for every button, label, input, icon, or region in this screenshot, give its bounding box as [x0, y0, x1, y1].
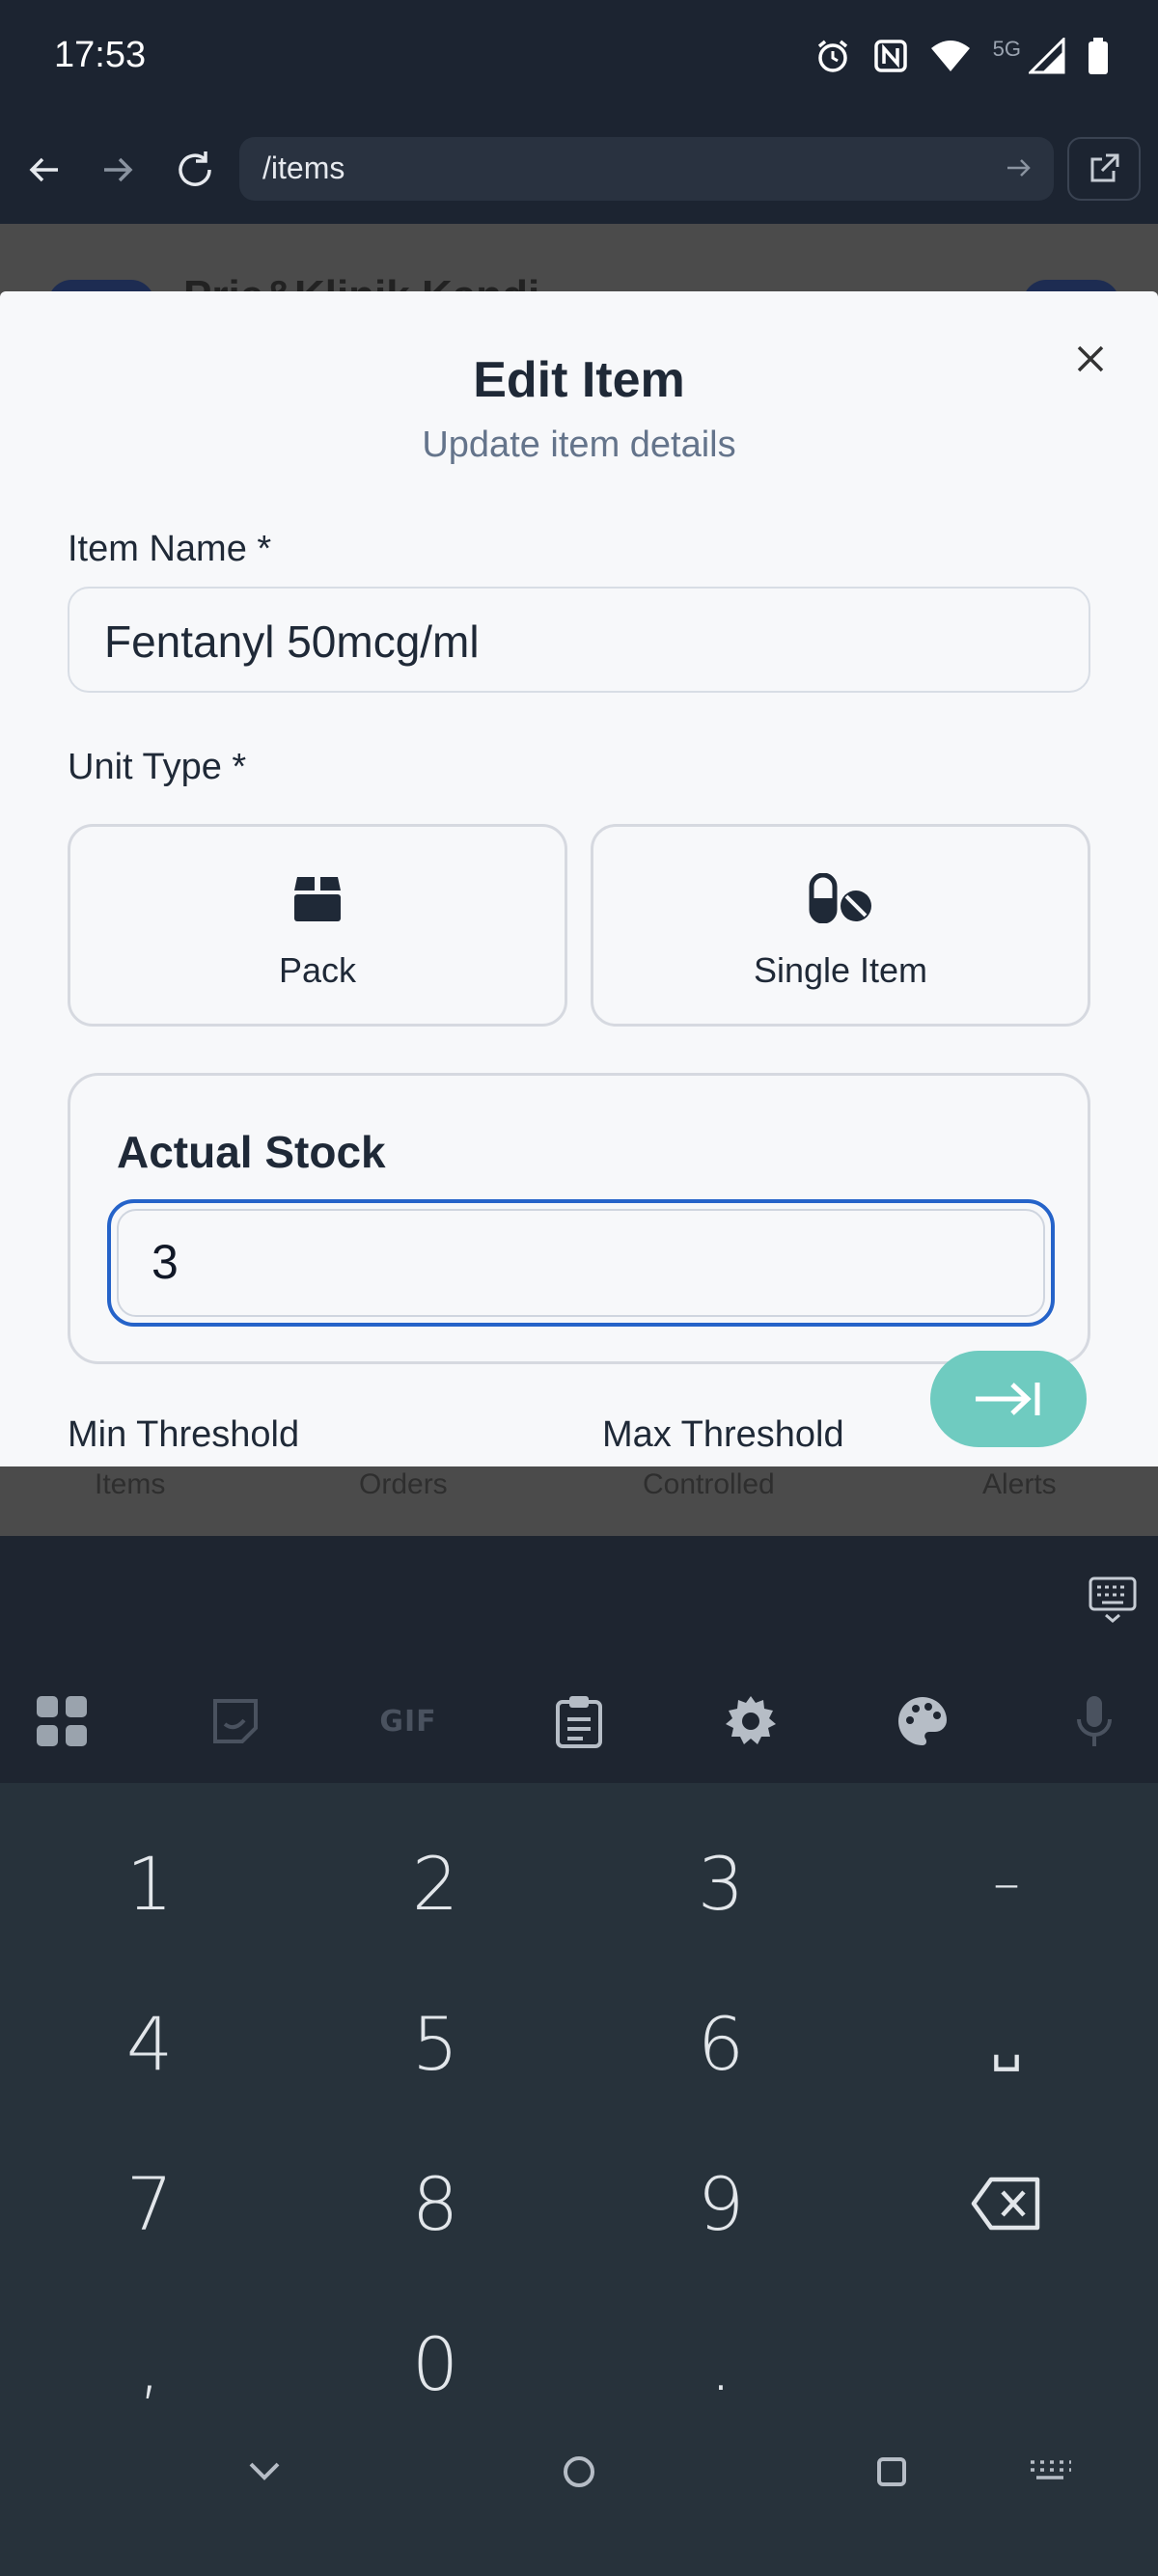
- sticker-icon[interactable]: [207, 1692, 264, 1750]
- gif-label: GIF: [379, 1704, 437, 1739]
- key-7[interactable]: 7: [77, 2146, 222, 2261]
- keyboard-hide-icon[interactable]: [1089, 1575, 1137, 1623]
- signal-icon: [1029, 38, 1065, 74]
- forward-button[interactable]: [91, 143, 145, 197]
- url-text: /items: [262, 151, 345, 185]
- box-icon: [294, 877, 341, 921]
- key-9[interactable]: 9: [648, 2146, 793, 2261]
- apps-grid-icon[interactable]: [33, 1692, 91, 1750]
- reload-button[interactable]: [168, 143, 222, 197]
- key-space[interactable]: ␣: [934, 1986, 1079, 2101]
- reload-icon: [179, 151, 211, 186]
- actual-stock-input[interactable]: 3: [107, 1199, 1055, 1327]
- go-arrow-icon[interactable]: [1004, 152, 1034, 183]
- arrow-left-icon: [29, 157, 58, 182]
- backspace-key[interactable]: [934, 2146, 1079, 2261]
- key-1[interactable]: 1: [77, 1825, 222, 1941]
- arrow-right-icon: [104, 157, 133, 182]
- unit-option-label: Pack: [278, 950, 357, 990]
- pills-icon: [809, 873, 871, 923]
- unit-type-label: Unit Type *: [68, 747, 247, 787]
- key-5[interactable]: 5: [363, 1986, 508, 2101]
- wifi-icon: [930, 41, 970, 71]
- open-external-button[interactable]: [1067, 137, 1141, 201]
- recents-square-icon[interactable]: [872, 2453, 911, 2491]
- key-3[interactable]: 3: [648, 1825, 793, 1941]
- nfc-icon: [873, 40, 907, 72]
- backspace-icon: [971, 2177, 1040, 2231]
- keyboard-top-strip: [0, 1536, 1158, 1652]
- background-nav-item: Controlled: [643, 1468, 775, 1500]
- url-field[interactable]: /items: [239, 137, 1054, 201]
- min-threshold-label: Min Threshold: [68, 1414, 300, 1455]
- chevron-down-icon[interactable]: [245, 2453, 284, 2491]
- microphone-icon[interactable]: [1065, 1692, 1123, 1750]
- back-button[interactable]: [17, 143, 71, 197]
- background-nav-item: Orders: [359, 1468, 448, 1500]
- external-link-icon: [1090, 153, 1119, 182]
- key-period[interactable]: .: [648, 2306, 793, 2422]
- max-threshold-label: Max Threshold: [602, 1414, 844, 1455]
- status-icons: 5G: [813, 37, 1110, 75]
- unit-option-pack[interactable]: Pack: [68, 824, 567, 1027]
- key-4[interactable]: 4: [77, 1986, 222, 2101]
- actual-stock-section: Actual Stock 3: [68, 1073, 1090, 1364]
- home-circle-icon[interactable]: [560, 2453, 598, 2491]
- clipboard-icon[interactable]: [550, 1692, 608, 1750]
- item-name-value: Fentanyl 50mcg/ml: [104, 617, 480, 667]
- actual-stock-value: 3: [152, 1235, 179, 1289]
- system-navigation-bar: [0, 2451, 1158, 2576]
- keyboard-switch-icon[interactable]: [1027, 2453, 1073, 2491]
- key-6[interactable]: 6: [648, 1986, 793, 2101]
- edit-item-dialog: Edit Item Update item details Item Name …: [0, 291, 1158, 1466]
- theme-palette-icon[interactable]: [894, 1692, 951, 1750]
- alarm-icon: [817, 40, 847, 72]
- keyboard-toolbar: GIF: [0, 1652, 1158, 1783]
- key-dash[interactable]: –: [934, 1825, 1079, 1941]
- dialog-subtitle: Update item details: [422, 425, 736, 465]
- dialog-title: Edit Item: [473, 352, 685, 408]
- key-2[interactable]: 2: [363, 1825, 508, 1941]
- item-name-label: Item Name *: [68, 529, 272, 569]
- enter-next-key[interactable]: [930, 1351, 1087, 1447]
- background-bottom-nav: Items Orders Controlled Alerts: [0, 1468, 1158, 1536]
- item-name-input[interactable]: Fentanyl 50mcg/ml: [68, 587, 1090, 693]
- key-comma[interactable]: ,: [77, 2306, 222, 2422]
- network-label: 5G: [992, 37, 1021, 61]
- actual-stock-label: Actual Stock: [117, 1127, 386, 1177]
- key-0[interactable]: 0: [363, 2306, 508, 2422]
- gif-button[interactable]: GIF: [376, 1692, 440, 1750]
- battery-icon: [1089, 38, 1108, 74]
- unit-option-label: Single Item: [753, 950, 928, 990]
- status-bar: 17:53 5G: [0, 0, 1158, 116]
- unit-option-single-item[interactable]: Single Item: [591, 824, 1090, 1027]
- tab-next-icon: [976, 1383, 1040, 1415]
- status-time: 17:53: [54, 35, 147, 75]
- background-nav-item: Alerts: [982, 1468, 1057, 1500]
- browser-toolbar: /items: [0, 116, 1158, 224]
- key-8[interactable]: 8: [363, 2146, 508, 2261]
- settings-gear-icon[interactable]: [722, 1692, 780, 1750]
- background-nav-item: Items: [95, 1468, 166, 1500]
